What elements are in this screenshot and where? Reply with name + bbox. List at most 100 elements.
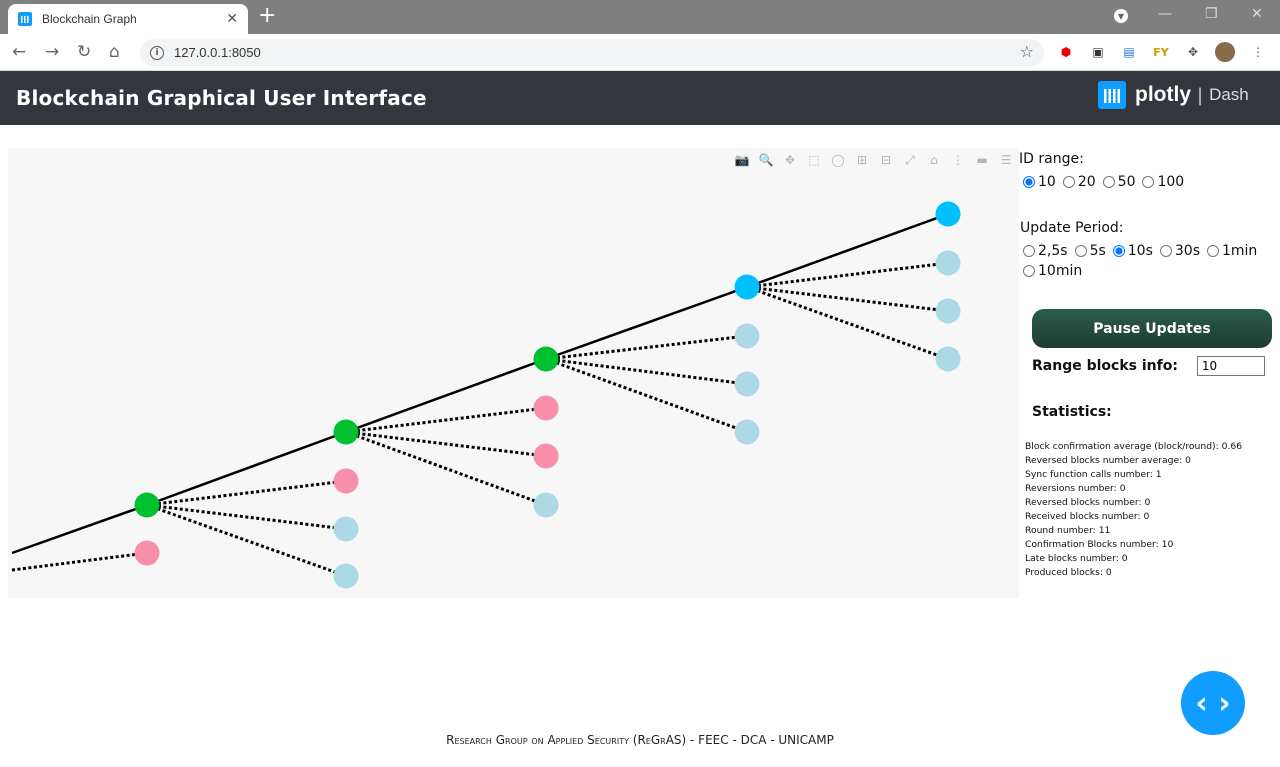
dash-devtools-button[interactable]: ‹ › bbox=[1181, 671, 1245, 735]
forward-icon[interactable]: → bbox=[45, 42, 59, 62]
picture-in-picture-icon[interactable]: ▣ bbox=[1088, 42, 1108, 62]
id-range-radio[interactable] bbox=[1102, 176, 1115, 188]
block-node[interactable] bbox=[935, 298, 961, 324]
update-period-option[interactable]: 10min bbox=[1019, 263, 1082, 279]
restore-icon[interactable]: ❐ bbox=[1205, 6, 1218, 22]
fork-edge bbox=[146, 503, 347, 531]
box-select-icon[interactable]: ⬚ bbox=[805, 152, 823, 168]
browser-tab-bar: Blockchain Graph ✕ + ▼ — ❐ ✕ bbox=[0, 0, 1280, 34]
statistic-item: Sync function calls number: 1 bbox=[1025, 469, 1162, 480]
block-node[interactable] bbox=[935, 250, 961, 276]
blockchain-graph[interactable]: 📷 🔍 ✥ ⬚ ◯ ⊞ ⊟ ⤢ ⌂ ⋮ ▬ ☰ bbox=[8, 148, 1019, 598]
update-period-radio[interactable] bbox=[1112, 245, 1125, 257]
reset-axes-icon[interactable]: ⌂ bbox=[925, 152, 943, 168]
block-node[interactable] bbox=[533, 346, 559, 372]
id-range-option[interactable]: 100 bbox=[1138, 174, 1184, 190]
update-period-radio[interactable] bbox=[1074, 245, 1087, 257]
fork-edge bbox=[11, 551, 148, 572]
logo-dash: Dash bbox=[1209, 85, 1249, 104]
spike-lines-icon[interactable]: ⋮ bbox=[949, 152, 967, 168]
address-bar: ← → ↻ ⌂ i 127.0.0.1:8050 ☆ ⬢ ▣ ▤ FY ✥ ⋮ bbox=[0, 34, 1280, 71]
graph-canvas[interactable] bbox=[8, 148, 1019, 598]
id-range-radio[interactable] bbox=[1062, 176, 1075, 188]
adblock-icon[interactable]: ⬢ bbox=[1056, 42, 1076, 62]
update-period-option[interactable]: 10s bbox=[1109, 243, 1153, 259]
block-node[interactable] bbox=[734, 371, 760, 397]
fy-extension-icon[interactable]: FY bbox=[1151, 42, 1171, 62]
zoom-in-icon[interactable]: ⊞ bbox=[853, 152, 871, 168]
tab-title: Blockchain Graph bbox=[42, 12, 137, 26]
block-node[interactable] bbox=[935, 346, 961, 372]
back-icon[interactable]: ← bbox=[12, 42, 26, 62]
minimize-icon[interactable]: — bbox=[1158, 6, 1172, 22]
lasso-select-icon[interactable]: ◯ bbox=[829, 152, 847, 168]
statistic-item: Late blocks number: 0 bbox=[1025, 553, 1128, 564]
id-range-radio[interactable] bbox=[1023, 176, 1035, 188]
site-info-icon[interactable]: i bbox=[150, 45, 164, 60]
block-node[interactable] bbox=[333, 419, 359, 445]
id-range-option[interactable]: 10 bbox=[1019, 174, 1056, 190]
statistic-item: Reversions number: 0 bbox=[1025, 483, 1126, 494]
update-period-option[interactable]: 1min bbox=[1203, 243, 1257, 259]
tab-close-icon[interactable]: ✕ bbox=[226, 11, 238, 27]
id-range-label: ID range: bbox=[1019, 151, 1084, 167]
chain-edge bbox=[11, 503, 148, 555]
logo-separator: | bbox=[1197, 84, 1204, 106]
block-node[interactable] bbox=[734, 274, 760, 300]
block-node[interactable] bbox=[333, 468, 359, 494]
profile-menu-icon[interactable]: ▼ bbox=[1114, 9, 1128, 23]
block-node[interactable] bbox=[333, 563, 359, 589]
statistic-item: Round number: 11 bbox=[1025, 525, 1111, 536]
avatar[interactable] bbox=[1215, 42, 1235, 62]
update-period-option-label: 2,5s bbox=[1038, 243, 1068, 259]
graph-modebar: 📷 🔍 ✥ ⬚ ◯ ⊞ ⊟ ⤢ ⌂ ⋮ ▬ ☰ bbox=[733, 152, 1015, 168]
update-period-radio-group: 2,5s 5s 10s 30s 1min 10min bbox=[1019, 243, 1280, 279]
block-node[interactable] bbox=[734, 323, 760, 349]
update-period-radio[interactable] bbox=[1159, 245, 1172, 257]
update-period-radio[interactable] bbox=[1023, 245, 1035, 257]
fork-edge bbox=[746, 285, 949, 313]
update-period-option[interactable]: 2,5s bbox=[1019, 243, 1068, 259]
block-node[interactable] bbox=[533, 395, 559, 421]
statistics-list: Block confirmation average (block/round)… bbox=[1025, 440, 1242, 580]
hover-compare-icon[interactable]: ☰ bbox=[997, 152, 1015, 168]
extensions-puzzle-icon[interactable]: ✥ bbox=[1183, 42, 1203, 62]
range-blocks-label: Range blocks info: bbox=[1032, 358, 1178, 374]
update-period-option[interactable]: 30s bbox=[1156, 243, 1200, 259]
update-period-option-label: 5s bbox=[1089, 243, 1106, 259]
close-window-icon[interactable]: ✕ bbox=[1251, 6, 1263, 22]
camera-icon[interactable]: 📷 bbox=[733, 152, 751, 168]
statistic-item: Produced blocks: 0 bbox=[1025, 567, 1112, 578]
update-period-radio[interactable] bbox=[1023, 265, 1035, 277]
block-node[interactable] bbox=[134, 492, 160, 518]
update-period-radio[interactable] bbox=[1206, 245, 1219, 257]
reload-icon[interactable]: ↻ bbox=[77, 42, 91, 62]
autoscale-icon[interactable]: ⤢ bbox=[901, 152, 919, 168]
zoom-icon[interactable]: 🔍 bbox=[757, 152, 775, 168]
zoom-out-icon[interactable]: ⊟ bbox=[877, 152, 895, 168]
id-range-option-label: 50 bbox=[1117, 174, 1136, 190]
id-range-radio[interactable] bbox=[1142, 176, 1155, 188]
new-extension-icon[interactable]: ▤ bbox=[1119, 42, 1139, 62]
block-node[interactable] bbox=[935, 201, 961, 227]
bookmark-star-icon[interactable]: ☆ bbox=[1020, 42, 1034, 61]
range-blocks-input[interactable] bbox=[1196, 356, 1265, 376]
id-range-option[interactable]: 50 bbox=[1099, 174, 1136, 190]
home-icon[interactable]: ⌂ bbox=[109, 42, 120, 62]
fork-edge bbox=[545, 357, 748, 386]
url-field[interactable]: i 127.0.0.1:8050 ☆ bbox=[140, 39, 1044, 66]
pan-icon[interactable]: ✥ bbox=[781, 152, 799, 168]
hover-closest-icon[interactable]: ▬ bbox=[973, 152, 991, 168]
update-period-option[interactable]: 5s bbox=[1071, 243, 1106, 259]
plotly-dash-logo: plotly | Dash bbox=[1098, 81, 1249, 109]
new-tab-button[interactable]: + bbox=[258, 5, 276, 27]
block-node[interactable] bbox=[134, 540, 160, 566]
block-node[interactable] bbox=[533, 443, 559, 469]
block-node[interactable] bbox=[533, 492, 559, 518]
browser-tab[interactable]: Blockchain Graph ✕ bbox=[8, 4, 248, 34]
pause-updates-button[interactable]: Pause Updates bbox=[1032, 309, 1272, 348]
id-range-option[interactable]: 20 bbox=[1059, 174, 1096, 190]
browser-menu-icon[interactable]: ⋮ bbox=[1248, 42, 1268, 62]
block-node[interactable] bbox=[734, 419, 760, 445]
block-node[interactable] bbox=[333, 516, 359, 542]
